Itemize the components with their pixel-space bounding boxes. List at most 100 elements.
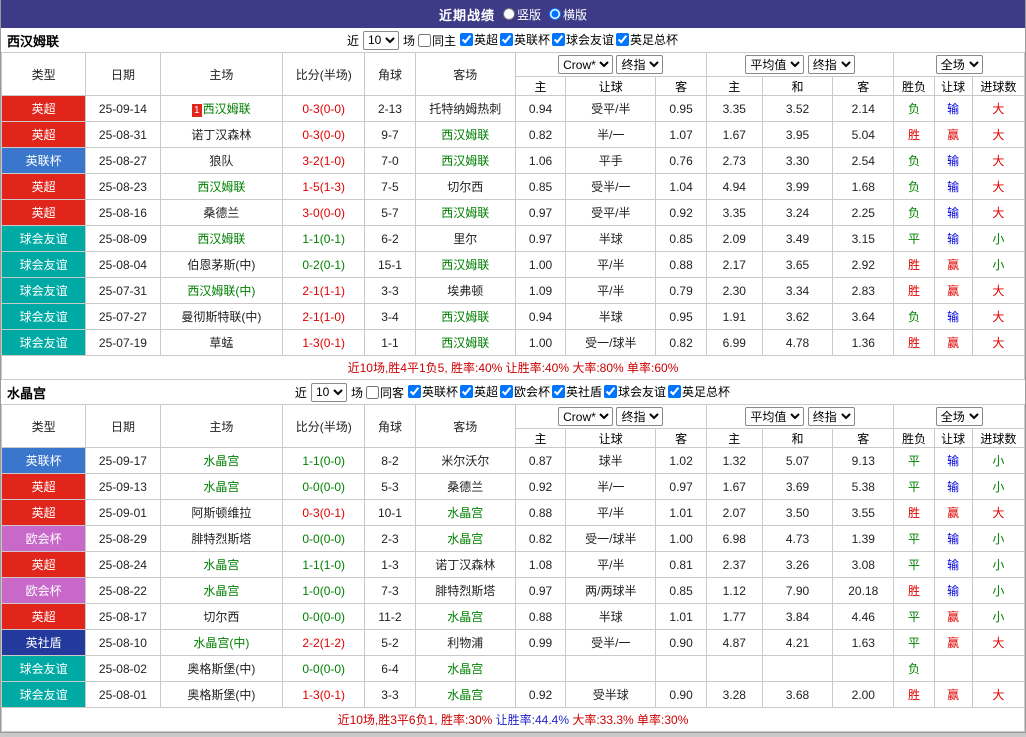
- handicap-line: 球半: [565, 447, 657, 474]
- recent-count-select[interactable]: 10: [362, 30, 399, 50]
- average-source-select[interactable]: 平均值: [745, 407, 805, 426]
- avg-odds-away: 5.04: [832, 121, 895, 148]
- handicap-odds-home: 0.82: [514, 525, 567, 552]
- league-filter[interactable]: 英联杯: [500, 31, 550, 48]
- avg-odds-draw: 3.65: [761, 251, 834, 278]
- result-handicap: 输: [933, 199, 973, 226]
- bookmaker-select[interactable]: Crow*: [558, 55, 614, 74]
- col-header-odds-handicap: 让球: [565, 428, 657, 448]
- col-header-score: 比分(半场): [282, 404, 366, 448]
- home-team-cell: 水晶宫: [159, 447, 284, 474]
- col-header-type: 类型: [0, 404, 87, 448]
- league-filter-checkbox[interactable]: [552, 33, 566, 46]
- result-outcome: 胜: [893, 277, 935, 304]
- col-header-result-wdl: 胜负: [893, 428, 935, 448]
- scope-select[interactable]: 全场: [935, 407, 983, 426]
- avg-odds-away: 20.18: [832, 577, 895, 604]
- average-source-select[interactable]: 平均值: [745, 55, 805, 74]
- result-goals: 大: [971, 121, 1026, 148]
- result-outcome: 负: [893, 199, 935, 226]
- same-venue-filter[interactable]: 同主: [417, 32, 456, 49]
- handicap-line: 平/半: [565, 277, 657, 304]
- league-filter-checkbox[interactable]: [604, 385, 618, 398]
- result-handicap: 赢: [933, 603, 973, 630]
- handicap-odds-away: 0.95: [655, 95, 707, 122]
- scope-select[interactable]: 全场: [935, 55, 983, 74]
- away-team-cell: 西汉姆联: [414, 251, 516, 278]
- layout-option-vertical[interactable]: 竖版: [502, 6, 541, 23]
- handicap-odds-home: 0.85: [514, 173, 567, 200]
- home-team-cell: 腓特烈斯塔: [159, 525, 284, 552]
- same-venue-filter[interactable]: 同客: [365, 384, 404, 401]
- league-filter[interactable]: 英足总杯: [616, 31, 678, 48]
- col-header-home: 主场: [159, 404, 284, 448]
- handicap-odds-home: 0.82: [514, 121, 567, 148]
- same-venue-checkbox[interactable]: [365, 385, 379, 399]
- match-row: 英超 25-08-17 切尔西 0-0(0-0) 11-2 水晶宫 0.88 半球 1.01 1.…: [0, 603, 1026, 630]
- avg-odds-home: 4.94: [705, 173, 763, 200]
- result-handicap: 输: [933, 577, 973, 604]
- recent-label: 近: [346, 33, 359, 48]
- league-filter[interactable]: 欧会杯: [500, 383, 550, 400]
- col-header-date: 日期: [85, 52, 161, 96]
- league-filter[interactable]: 球会友谊: [604, 383, 666, 400]
- col-header-corner: 角球: [364, 404, 416, 448]
- handicap-odds-away: 1.01: [655, 499, 707, 526]
- match-type-badge: 英超: [0, 551, 87, 578]
- league-filter-checkbox[interactable]: [459, 33, 473, 46]
- away-team-cell: 里尔: [414, 225, 516, 252]
- away-team-cell: 水晶宫: [414, 681, 516, 708]
- handicap-odds-away: 1.00: [655, 525, 707, 552]
- recent-count-select[interactable]: 10: [310, 382, 347, 402]
- match-score: 3-2(1-0): [282, 147, 366, 174]
- handicap-odds-away: 0.97: [655, 473, 707, 500]
- avg-odds-home: 2.30: [705, 277, 763, 304]
- handicap-line: 半/一: [565, 473, 657, 500]
- league-filter-checkbox[interactable]: [500, 385, 513, 398]
- league-filter[interactable]: 球会友谊: [552, 31, 614, 48]
- bookmaker-select[interactable]: Crow*: [558, 407, 614, 426]
- league-filter-checkbox[interactable]: [668, 385, 682, 398]
- away-team-cell: 西汉姆联: [414, 329, 516, 356]
- league-filter[interactable]: 英联杯: [407, 383, 458, 400]
- league-filter-checkbox[interactable]: [500, 33, 513, 46]
- league-filter[interactable]: 英超: [459, 31, 498, 48]
- result-outcome: 负: [893, 173, 935, 200]
- avg-odds-away: 5.38: [832, 473, 895, 500]
- match-date: 25-09-01: [85, 499, 161, 526]
- layout-option-horizontal[interactable]: 横版: [549, 6, 587, 23]
- avg-odds-draw: 3.84: [761, 603, 834, 630]
- average-time-select[interactable]: 终指: [807, 55, 855, 74]
- away-team-name: 腓特烈斯塔: [435, 584, 496, 598]
- horizontal-layout-radio[interactable]: [549, 8, 561, 20]
- match-type-badge: 英超: [0, 121, 87, 148]
- avg-odds-away: 3.08: [832, 551, 895, 578]
- match-score: 0-2(0-1): [282, 251, 366, 278]
- result-goals: 大: [971, 329, 1026, 356]
- league-filter-checkbox[interactable]: [459, 385, 473, 398]
- handicap-time-select[interactable]: 终指: [616, 55, 664, 74]
- match-row: 英超 25-08-24 水晶宫 1-1(1-0) 1-3 诺丁汉森林 1.08 平/半 0.81…: [0, 551, 1026, 578]
- league-filter-checkbox[interactable]: [552, 385, 566, 398]
- match-score: 1-1(0-0): [282, 447, 366, 474]
- match-date: 25-08-22: [85, 577, 161, 604]
- vertical-layout-radio[interactable]: [502, 8, 515, 20]
- summary-segment: 近10场,胜3平6负1, 胜率:30%: [337, 713, 496, 727]
- league-filter[interactable]: 英足总杯: [668, 383, 730, 400]
- handicap-time-select[interactable]: 终指: [616, 407, 664, 426]
- avg-odds-home: 2.09: [705, 225, 763, 252]
- avg-odds-draw: 3.50: [761, 499, 834, 526]
- result-outcome: 平: [893, 629, 935, 656]
- corner-score: 8-2: [364, 447, 416, 474]
- same-venue-checkbox[interactable]: [417, 33, 431, 47]
- avg-odds-home: 3.28: [705, 681, 763, 708]
- handicap-odds-away: 1.02: [655, 447, 707, 474]
- avg-odds-draw: 4.73: [761, 525, 834, 552]
- match-score: 0-3(0-0): [282, 121, 366, 148]
- league-filter[interactable]: 英超: [459, 383, 498, 400]
- league-filter-checkbox[interactable]: [616, 33, 630, 46]
- league-filter-checkbox[interactable]: [407, 385, 421, 398]
- average-time-select[interactable]: 终指: [807, 407, 855, 426]
- avg-odds-draw: 3.49: [761, 225, 834, 252]
- league-filter[interactable]: 英社盾: [552, 383, 602, 400]
